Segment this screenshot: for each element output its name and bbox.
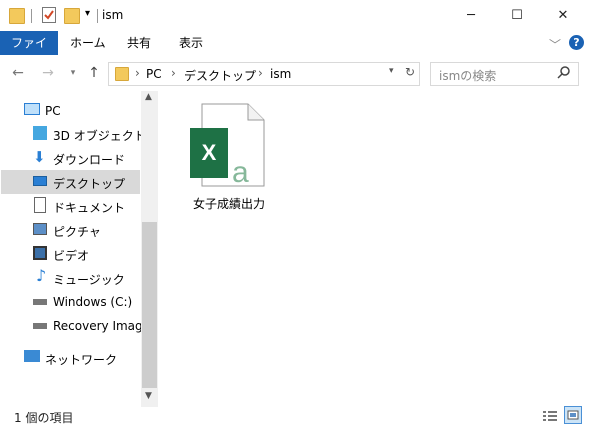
close-button[interactable]: ✕ xyxy=(540,0,586,31)
sidebar-item-3d-objects[interactable]: 3D オブジェクト xyxy=(0,122,146,146)
sidebar-item-label: ネットワーク xyxy=(45,353,118,367)
sidebar-item-network[interactable]: ネットワーク xyxy=(0,346,140,370)
help-icon[interactable]: ? xyxy=(569,35,584,50)
sidebar-item-label: ダウンロード xyxy=(53,153,126,167)
tab-home[interactable]: ホーム xyxy=(60,31,116,55)
sidebar-item-windows-c[interactable]: Windows (C:) xyxy=(0,290,140,314)
address-bar[interactable]: › PC › デスクトップ › ism ▾ ↻ xyxy=(108,62,420,86)
window-title: ism xyxy=(102,8,124,22)
new-folder-icon[interactable] xyxy=(64,8,80,24)
folder-icon xyxy=(115,67,129,81)
sidebar-item-label: ピクチャ xyxy=(53,225,101,239)
sidebar-item-desktop[interactable]: デスクトップ xyxy=(1,170,140,194)
separator xyxy=(97,9,98,23)
address-dropdown-icon[interactable]: ▾ xyxy=(389,66,394,76)
drive-icon xyxy=(33,323,47,329)
scroll-down-icon[interactable]: ▼ xyxy=(145,391,152,401)
up-icon[interactable]: ↑ xyxy=(85,64,103,82)
sidebar-item-pictures[interactable]: ピクチャ xyxy=(0,218,140,242)
minimize-button[interactable]: ─ xyxy=(448,0,494,31)
tab-file[interactable]: ファイル xyxy=(0,31,58,74)
large-icons-view-icon[interactable] xyxy=(564,406,582,424)
pc-icon xyxy=(24,103,40,115)
sidebar-item-label: PC xyxy=(45,104,61,118)
status-item-count: 1 個の項目 xyxy=(14,411,74,425)
sidebar-item-pc[interactable]: PC xyxy=(0,99,140,123)
sidebar-item-videos[interactable]: ビデオ xyxy=(0,242,140,266)
file-name: 女子成績出力 xyxy=(192,197,265,211)
sidebar-item-recovery-image[interactable]: Recovery Image xyxy=(0,314,150,338)
sidebar-item-music[interactable]: ♪ ミュージック xyxy=(0,266,140,290)
sidebar-item-label: ビデオ xyxy=(53,249,90,263)
sidebar-item-label: ドキュメント xyxy=(53,201,126,215)
search-icon[interactable] xyxy=(557,65,571,79)
3d-objects-icon xyxy=(33,126,47,140)
sidebar-item-label: Windows (C:) xyxy=(53,295,133,309)
forward-icon[interactable]: → xyxy=(39,64,57,82)
drive-icon xyxy=(33,299,47,305)
folder-icon xyxy=(9,8,25,24)
desktop-icon xyxy=(33,176,47,186)
breadcrumb-desktop[interactable]: デスクトップ xyxy=(184,67,256,84)
refresh-icon[interactable]: ↻ xyxy=(405,65,415,79)
excel-file-icon: X a xyxy=(190,103,265,188)
scrollbar-thumb[interactable] xyxy=(142,222,157,388)
document-icon xyxy=(34,197,46,213)
properties-icon[interactable] xyxy=(42,7,56,23)
ribbon-expand-icon[interactable]: ﹀ xyxy=(549,36,561,53)
sidebar-item-label: Recovery Image xyxy=(53,319,151,333)
pictures-icon xyxy=(33,223,47,235)
chevron-right-icon: › xyxy=(135,66,140,80)
chevron-right-icon: › xyxy=(171,66,176,80)
breadcrumb-pc[interactable]: PC xyxy=(146,67,162,81)
customize-toolbar-icon[interactable]: ▾ xyxy=(85,8,90,19)
recent-locations-icon[interactable]: ▾ xyxy=(64,64,82,82)
maximize-button[interactable]: ☐ xyxy=(494,0,540,31)
download-icon: ⬇ xyxy=(33,148,46,166)
breadcrumb-ism[interactable]: ism xyxy=(270,67,291,81)
details-view-icon[interactable] xyxy=(542,409,558,423)
sidebar-item-downloads[interactable]: ⬇ ダウンロード xyxy=(0,146,140,170)
back-icon[interactable]: ← xyxy=(9,64,27,82)
sidebar-item-label: 3D オブジェクト xyxy=(53,129,146,143)
search-input[interactable]: ismの検索 xyxy=(439,67,496,84)
separator xyxy=(31,9,32,23)
video-icon xyxy=(33,246,47,260)
tab-share[interactable]: 共有 xyxy=(117,31,161,55)
chevron-right-icon: › xyxy=(258,66,263,80)
svg-text:a: a xyxy=(232,156,249,188)
scroll-up-icon[interactable]: ▲ xyxy=(145,92,152,102)
svg-text:X: X xyxy=(202,140,217,165)
network-icon xyxy=(24,350,40,362)
sidebar-item-label: ミュージック xyxy=(53,273,125,287)
file-item[interactable]: X a 女子成績出力 xyxy=(186,100,272,216)
music-icon: ♪ xyxy=(36,266,47,285)
sidebar-item-documents[interactable]: ドキュメント xyxy=(0,194,140,218)
tab-view[interactable]: 表示 xyxy=(169,31,213,55)
sidebar-item-label: デスクトップ xyxy=(53,177,126,191)
search-box[interactable]: ismの検索 xyxy=(430,62,579,86)
